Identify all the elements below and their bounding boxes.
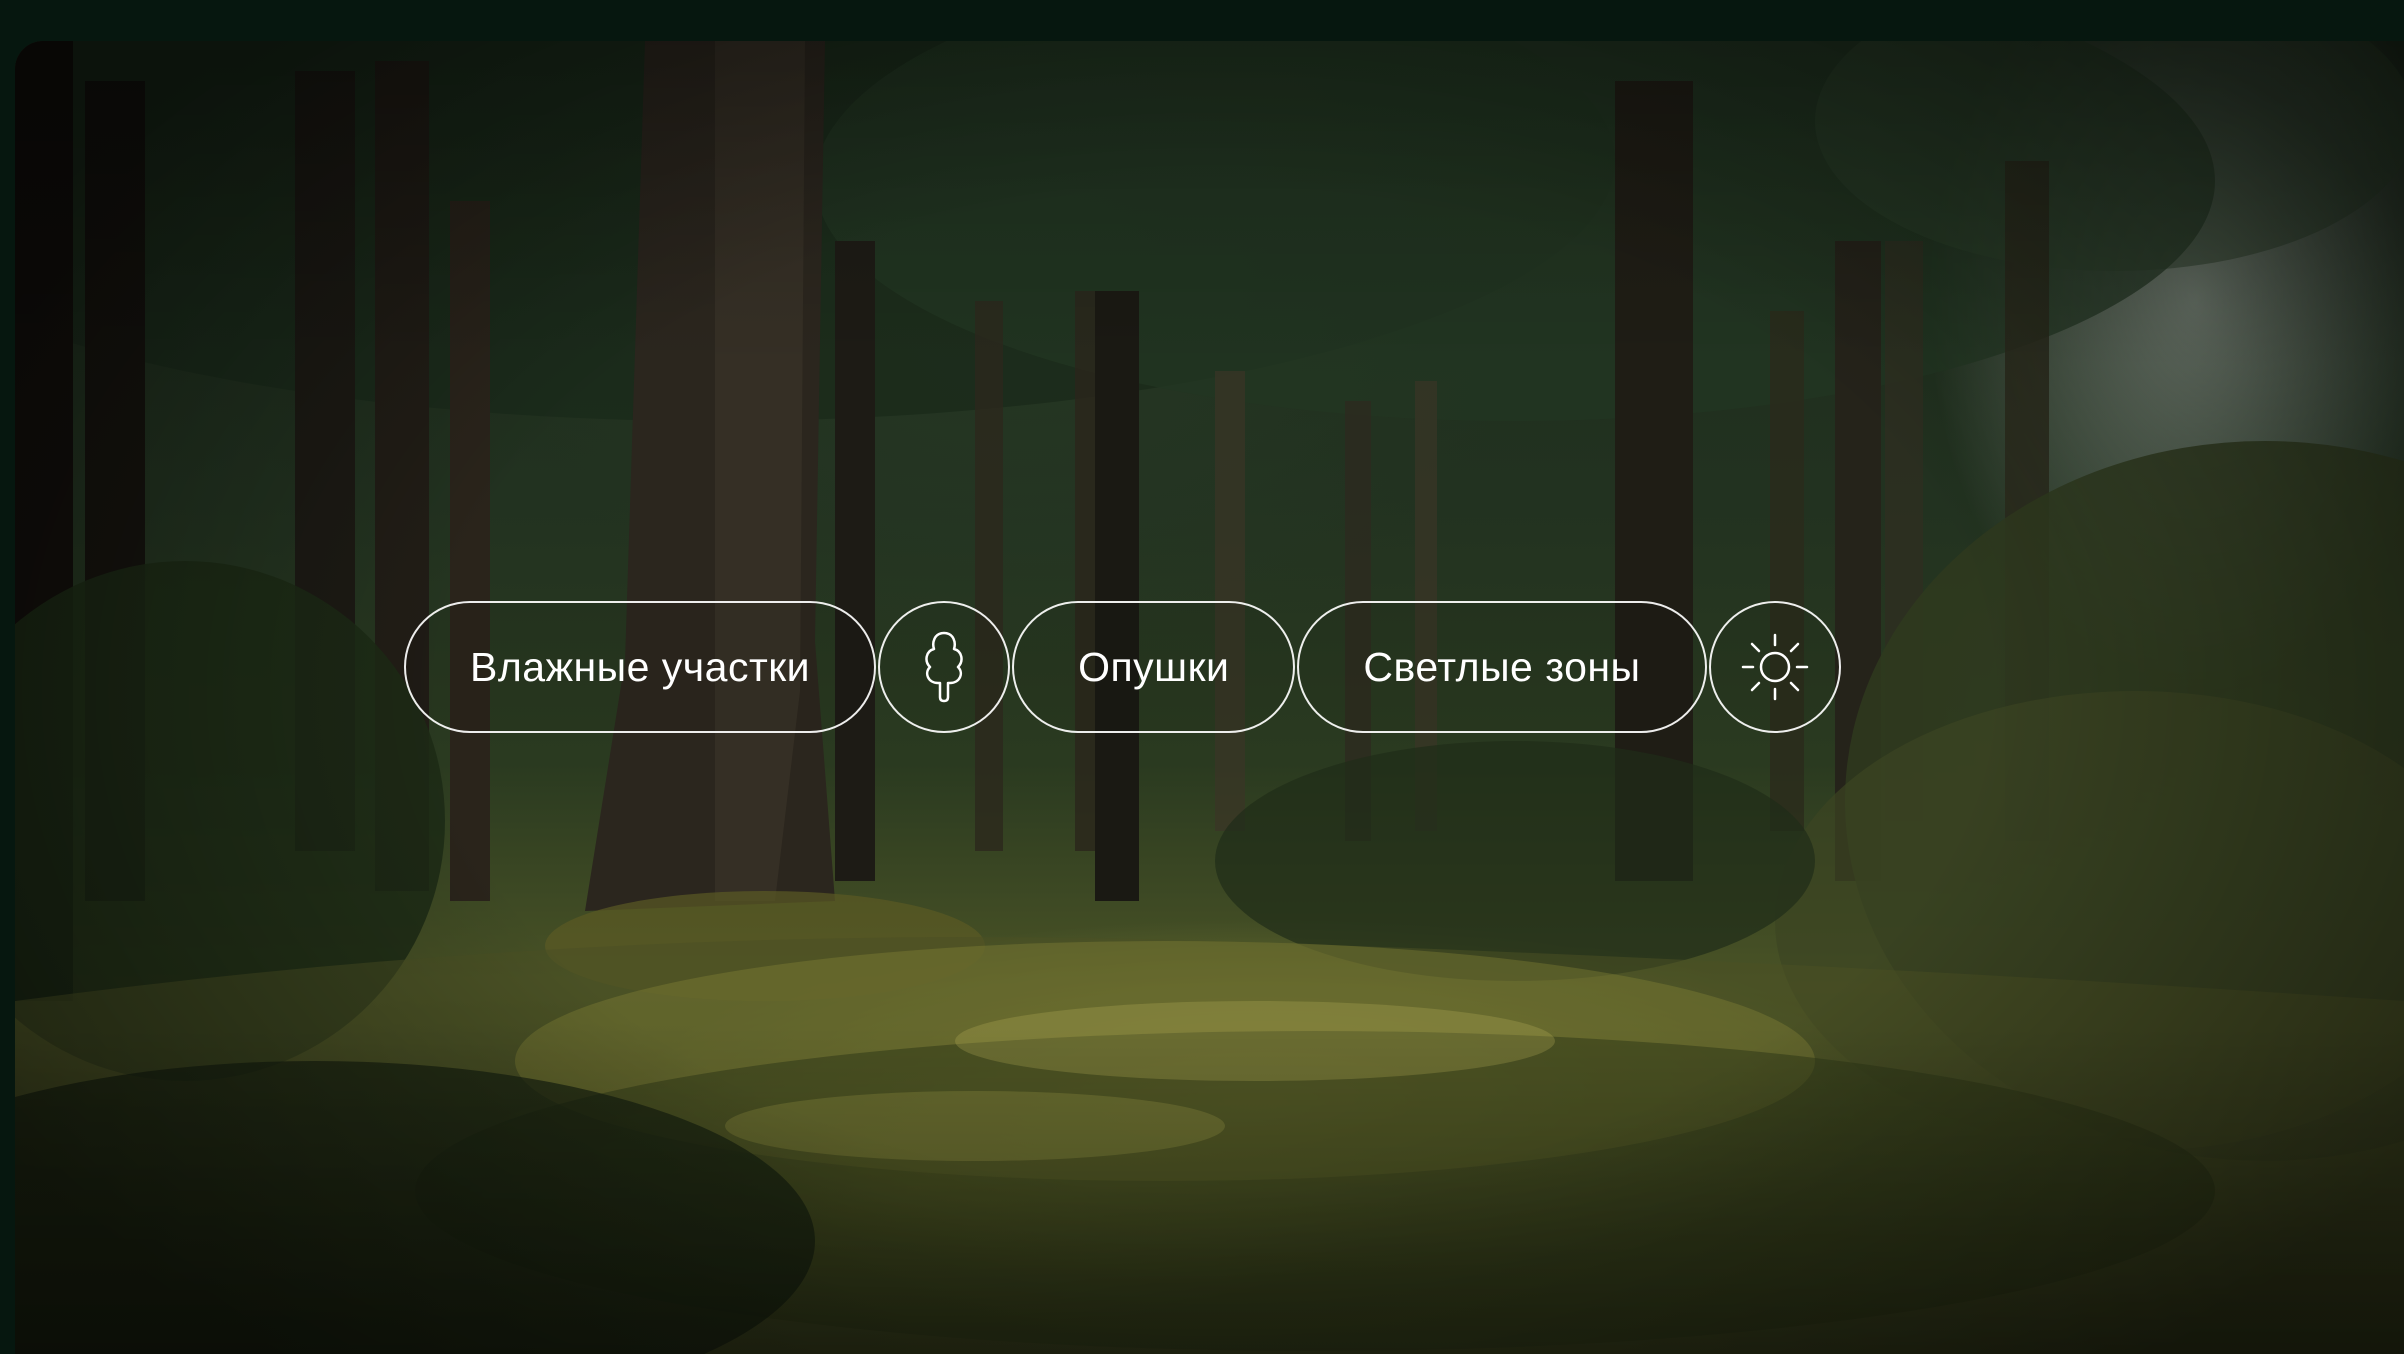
tree-icon: [914, 627, 974, 707]
filter-chip-wet-areas-label: Влажные участки: [470, 643, 811, 690]
filter-chip-edges[interactable]: Опушки: [1012, 601, 1296, 733]
filter-chip-edges-label: Опушки: [1078, 643, 1230, 690]
filter-chip-tree[interactable]: [878, 601, 1011, 733]
filter-chip-light-zones[interactable]: Светлые зоны: [1297, 601, 1707, 733]
habitat-filter-chips: Влажные участки Опушки Светлые зоны: [404, 601, 1841, 733]
page: Влажные участки Опушки Светлые зоны: [0, 0, 2404, 1354]
filter-chip-sun[interactable]: [1708, 601, 1841, 733]
filter-chip-wet-areas[interactable]: Влажные участки: [404, 601, 877, 733]
sun-icon: [1735, 627, 1815, 707]
filter-chip-light-zones-label: Светлые зоны: [1363, 643, 1641, 690]
